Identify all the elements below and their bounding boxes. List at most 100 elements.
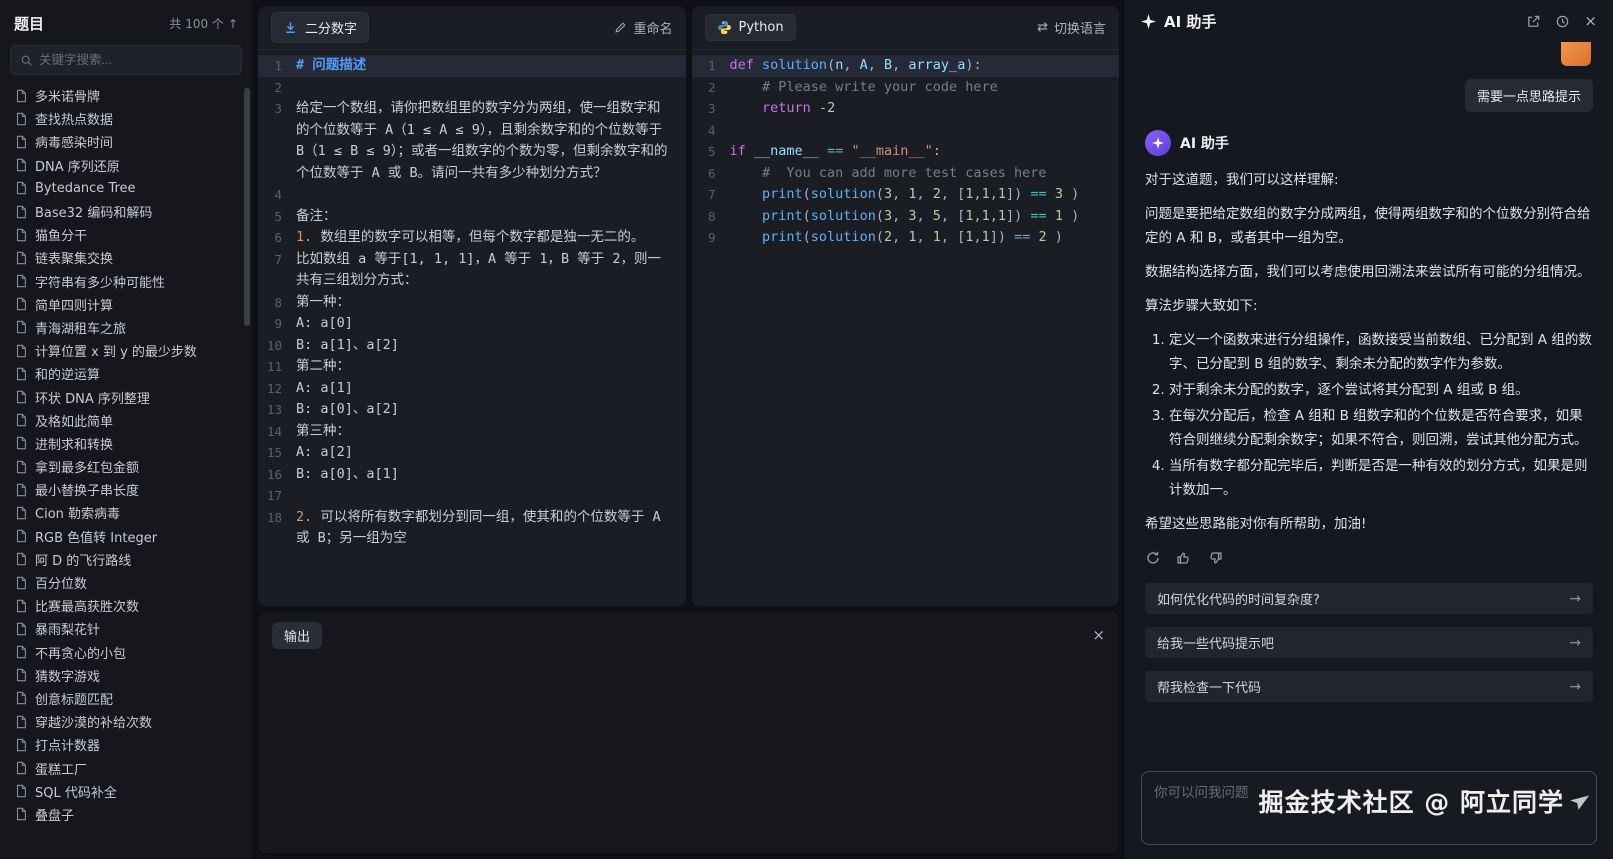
sparkle-icon bbox=[1152, 137, 1164, 149]
description-line[interactable]: 16B: a[0]、a[1] bbox=[258, 464, 686, 486]
description-line[interactable]: 182. 可以将所有数字都划分到同一组，使其和的个位数等于 A 或 B；另一组为… bbox=[258, 507, 686, 550]
problem-list-item[interactable]: 链表聚集交换 bbox=[6, 246, 246, 269]
description-editor[interactable]: 1# 问题描述23给定一个数组，请你把数组里的数字分为两组，使一组数字和的个位数… bbox=[258, 50, 686, 606]
language-button[interactable]: Python bbox=[705, 14, 796, 41]
language-label: Python bbox=[739, 20, 784, 35]
search-input[interactable] bbox=[39, 53, 232, 67]
problem-list-item[interactable]: 字符串有多少种可能性 bbox=[6, 270, 246, 293]
line-number: 6 bbox=[692, 163, 730, 185]
problem-count-label: 共 100 个 bbox=[169, 15, 224, 32]
code-line[interactable]: 2 # Please write your code here bbox=[692, 77, 1120, 99]
description-line[interactable]: 5备注： bbox=[258, 206, 686, 228]
problem-list-item[interactable]: 穿越沙漠的补给次数 bbox=[6, 710, 246, 733]
problem-list-item[interactable]: 查找热点数据 bbox=[6, 107, 246, 130]
ai-panel-header: AI 助手 × bbox=[1125, 0, 1613, 42]
problem-list-item[interactable]: Cion 勒索病毒 bbox=[6, 501, 246, 524]
thumbs-down-icon[interactable] bbox=[1207, 550, 1223, 566]
code-line[interactable]: 9 print(solution(2, 1, 1, [1,1]) == 2 ) bbox=[692, 227, 1120, 249]
problem-list-item[interactable]: 打点计数器 bbox=[6, 733, 246, 756]
sidebar-scrollbar[interactable] bbox=[244, 88, 250, 326]
problem-list-item[interactable]: 阿 D 的飞行路线 bbox=[6, 548, 246, 571]
problem-list-item[interactable]: 病毒感染时间 bbox=[6, 130, 246, 153]
problem-title-button[interactable]: 二分数字 bbox=[271, 12, 369, 43]
description-line[interactable]: 4 bbox=[258, 184, 686, 206]
ai-suggestion[interactable]: 给我一些代码提示吧 → bbox=[1145, 627, 1593, 658]
history-icon[interactable] bbox=[1555, 14, 1570, 29]
description-line[interactable]: 2 bbox=[258, 77, 686, 99]
problem-list-item[interactable]: 计算位置 x 到 y 的最少步数 bbox=[6, 339, 246, 362]
ai-chat-scroll[interactable]: 需要一点思路提示 AI 助手 对于这道题，我们可以这样理解:问题是要把给定数组的… bbox=[1125, 42, 1613, 759]
thumbs-up-icon[interactable] bbox=[1176, 550, 1192, 566]
problem-list-item[interactable]: 创意标题匹配 bbox=[6, 687, 246, 710]
output-panel-header: 输出 × bbox=[258, 612, 1119, 659]
problem-list-item[interactable]: 蛋糕工厂 bbox=[6, 756, 246, 779]
description-line[interactable]: 14第三种： bbox=[258, 421, 686, 443]
problem-list-item[interactable]: Base32 编码和解码 bbox=[6, 200, 246, 223]
problem-list-item[interactable]: 进制求和转换 bbox=[6, 432, 246, 455]
code-line[interactable]: 7 print(solution(3, 1, 2, [1,1,1]) == 3 … bbox=[692, 184, 1120, 206]
code-line[interactable]: 8 print(solution(3, 3, 5, [1,1,1]) == 1 … bbox=[692, 206, 1120, 228]
ai-input-box[interactable] bbox=[1141, 771, 1597, 845]
ai-message-list-item: 当所有数字都分配完毕后，判断是否是一种有效的划分方式，如果是则计数加一。 bbox=[1169, 454, 1593, 502]
description-line[interactable]: 17 bbox=[258, 485, 686, 507]
rename-button[interactable]: 重命名 bbox=[614, 18, 672, 37]
problem-list-item[interactable]: 暴雨梨花针 bbox=[6, 617, 246, 640]
problem-list-item[interactable]: 青海湖租车之旅 bbox=[6, 316, 246, 339]
description-line[interactable]: 13B: a[0]、a[2] bbox=[258, 399, 686, 421]
problem-list-item[interactable]: SQL 代码补全 bbox=[6, 780, 246, 803]
code-line[interactable]: 6 # You can add more test cases here bbox=[692, 163, 1120, 185]
problem-list-item[interactable]: 多米诺骨牌 bbox=[6, 84, 246, 107]
problem-count[interactable]: 共 100 个 ↑ bbox=[169, 15, 238, 32]
description-line[interactable]: 15A: a[2] bbox=[258, 442, 686, 464]
sort-ascending-icon[interactable]: ↑ bbox=[228, 17, 238, 31]
description-line[interactable]: 3给定一个数组，请你把数组里的数字分为两组，使一组数字和的个位数等于 A（1 ≤… bbox=[258, 98, 686, 184]
problem-list-item[interactable]: 环状 DNA 序列整理 bbox=[6, 385, 246, 408]
problem-list-item[interactable]: 拿到最多红包金额 bbox=[6, 455, 246, 478]
problem-list-item[interactable]: 不再贪心的小包 bbox=[6, 641, 246, 664]
code-line[interactable]: 5if __name__ == "__main__": bbox=[692, 141, 1120, 163]
arrow-right-icon: → bbox=[1569, 635, 1581, 651]
line-content: 1. 数组里的数字可以相等，但每个数字都是独一无二的。 bbox=[296, 227, 686, 249]
problem-item-label: 暴雨梨花针 bbox=[35, 619, 100, 638]
problem-list-item[interactable]: 百分位数 bbox=[6, 571, 246, 594]
code-line[interactable]: 1def solution(n, A, B, array_a): bbox=[692, 55, 1120, 77]
problem-list-item[interactable]: DNA 序列还原 bbox=[6, 154, 246, 177]
output-close-icon[interactable]: × bbox=[1092, 628, 1105, 643]
pencil-icon bbox=[614, 21, 627, 34]
problem-list-item[interactable]: Bytedance Tree bbox=[6, 177, 246, 200]
share-icon[interactable] bbox=[1526, 14, 1541, 29]
code-line[interactable]: 3 return -2 bbox=[692, 98, 1120, 120]
description-line[interactable]: 1# 问题描述 bbox=[258, 55, 686, 77]
switch-language-button[interactable]: ⇄ 切换语言 bbox=[1037, 18, 1106, 37]
description-line[interactable]: 11第二种： bbox=[258, 356, 686, 378]
description-line[interactable]: 12A: a[1] bbox=[258, 378, 686, 400]
problem-list-item[interactable]: 叠盘子 bbox=[6, 803, 246, 826]
problem-list-item[interactable]: 最小替换子串长度 bbox=[6, 478, 246, 501]
problem-list-item[interactable]: 和的逆运算 bbox=[6, 362, 246, 385]
problem-list-item[interactable]: 及格如此简单 bbox=[6, 409, 246, 432]
problem-list-item[interactable]: 猜数字游戏 bbox=[6, 664, 246, 687]
description-line[interactable]: 8第一种： bbox=[258, 292, 686, 314]
ai-message-paragraph: 希望这些思路能对你有所帮助，加油! bbox=[1145, 512, 1593, 536]
ai-input-field[interactable] bbox=[1154, 781, 1584, 835]
problem-list-item[interactable]: 简单四则计算 bbox=[6, 293, 246, 316]
description-line[interactable]: 7比如数组 a 等于[1, 1, 1]，A 等于 1，B 等于 2，则一共有三组… bbox=[258, 249, 686, 292]
problem-list-item[interactable]: 比赛最高获胜次数 bbox=[6, 594, 246, 617]
regenerate-icon[interactable] bbox=[1145, 550, 1161, 566]
output-tab[interactable]: 输出 bbox=[272, 622, 322, 649]
code-editor[interactable]: 1def solution(n, A, B, array_a):2 # Plea… bbox=[692, 50, 1120, 606]
code-line[interactable]: 4 bbox=[692, 120, 1120, 142]
ai-suggestion[interactable]: 帮我检查一下代码 → bbox=[1145, 671, 1593, 702]
line-number: 6 bbox=[258, 227, 296, 249]
description-line[interactable]: 61. 数组里的数字可以相等，但每个数字都是独一无二的。 bbox=[258, 227, 686, 249]
ai-suggestion[interactable]: 如何优化代码的时间复杂度? → bbox=[1145, 583, 1593, 614]
problem-list-item[interactable]: RGB 色值转 Integer bbox=[6, 525, 246, 548]
file-icon bbox=[14, 715, 28, 729]
problem-list-item[interactable]: 猫鱼分干 bbox=[6, 223, 246, 246]
search-box[interactable] bbox=[10, 45, 242, 75]
description-line[interactable]: 10B: a[1]、a[2] bbox=[258, 335, 686, 357]
description-line[interactable]: 9A: a[0] bbox=[258, 313, 686, 335]
ai-message-actions bbox=[1145, 550, 1593, 566]
ai-close-icon[interactable]: × bbox=[1584, 14, 1597, 29]
problem-item-label: RGB 色值转 Integer bbox=[35, 527, 157, 546]
